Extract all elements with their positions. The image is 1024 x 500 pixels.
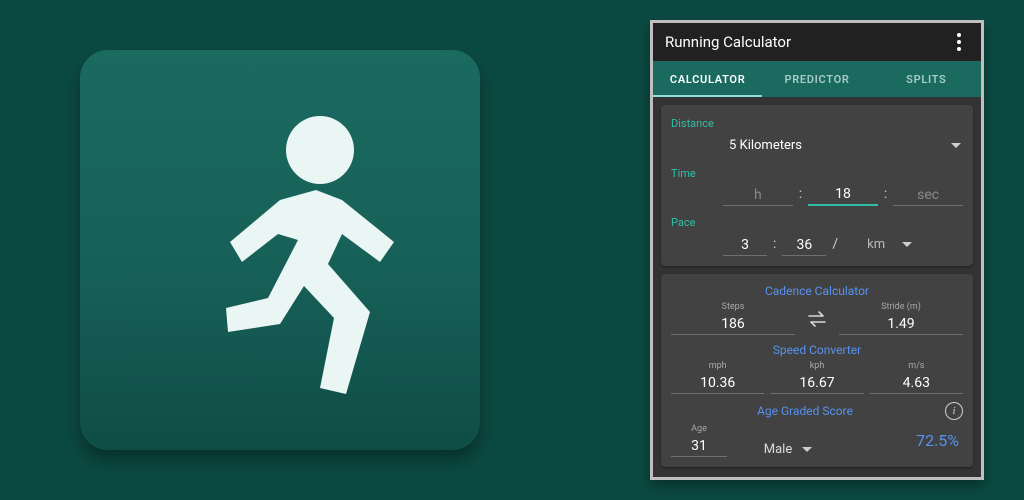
ms-mini-label: m/s bbox=[908, 361, 924, 371]
tab-splits[interactable]: SPLITS bbox=[872, 61, 981, 97]
distance-select[interactable]: 5 Kilometers bbox=[723, 134, 963, 157]
distance-value: 5 Kilometers bbox=[729, 138, 802, 153]
overflow-menu-icon[interactable] bbox=[949, 29, 969, 55]
info-icon[interactable]: i bbox=[945, 402, 963, 420]
time-minutes-input[interactable]: 18 bbox=[808, 184, 878, 206]
time-seconds-input[interactable]: sec bbox=[893, 185, 963, 206]
agegrade-title: Age Graded Score bbox=[671, 404, 939, 418]
age-mini-label: Age bbox=[691, 424, 707, 434]
gender-select[interactable]: Male bbox=[733, 442, 843, 457]
distance-label: Distance bbox=[671, 117, 717, 130]
slash: / bbox=[832, 236, 838, 254]
tabs: CALCULATOR PREDICTOR SPLITS bbox=[653, 61, 981, 97]
swap-icon[interactable] bbox=[803, 309, 831, 329]
time-label: Time bbox=[671, 167, 717, 180]
pace-label: Pace bbox=[671, 216, 717, 229]
colon: : bbox=[799, 186, 802, 204]
steps-input[interactable]: 186 bbox=[671, 314, 795, 335]
mph-input[interactable]: 10.36 bbox=[671, 373, 764, 394]
stride-input[interactable]: 1.49 bbox=[839, 314, 963, 335]
mph-mini-label: mph bbox=[709, 361, 727, 371]
speed-title: Speed Converter bbox=[671, 343, 963, 357]
cadence-title: Cadence Calculator bbox=[671, 284, 963, 298]
app-title: Running Calculator bbox=[665, 33, 949, 51]
colon: : bbox=[884, 186, 887, 204]
kph-mini-label: kph bbox=[810, 361, 825, 371]
pace-unit-select[interactable]: km bbox=[844, 233, 914, 256]
stride-mini-label: Stride (m) bbox=[881, 302, 921, 312]
age-input[interactable]: 31 bbox=[671, 436, 727, 457]
pace-unit-value: km bbox=[850, 237, 902, 252]
pace-seconds-input[interactable]: 36 bbox=[782, 235, 826, 256]
chevron-down-icon bbox=[902, 242, 912, 247]
kph-input[interactable]: 16.67 bbox=[770, 373, 863, 394]
main-card: Distance 5 Kilometers Time h : 18 : sec bbox=[661, 105, 973, 266]
steps-mini-label: Steps bbox=[722, 302, 745, 312]
gender-value: Male bbox=[764, 442, 792, 457]
time-hours-input[interactable]: h bbox=[723, 185, 793, 206]
tab-predictor[interactable]: PREDICTOR bbox=[762, 61, 871, 97]
pace-minutes-input[interactable]: 3 bbox=[723, 235, 767, 256]
screen-body: Distance 5 Kilometers Time h : 18 : sec bbox=[653, 97, 981, 477]
app-launcher-icon bbox=[80, 50, 480, 450]
chevron-down-icon bbox=[802, 447, 812, 452]
colon: : bbox=[773, 236, 776, 254]
phone-frame: Running Calculator CALCULATOR PREDICTOR … bbox=[650, 20, 984, 480]
age-graded-score: 72.5% bbox=[849, 431, 963, 450]
chevron-down-icon bbox=[951, 143, 961, 148]
app-bar: Running Calculator bbox=[653, 23, 981, 61]
ms-input[interactable]: 4.63 bbox=[870, 373, 963, 394]
tools-card: Cadence Calculator Steps 186 Stride (m) … bbox=[661, 274, 973, 467]
tab-calculator[interactable]: CALCULATOR bbox=[653, 61, 762, 97]
runner-icon bbox=[80, 50, 480, 450]
